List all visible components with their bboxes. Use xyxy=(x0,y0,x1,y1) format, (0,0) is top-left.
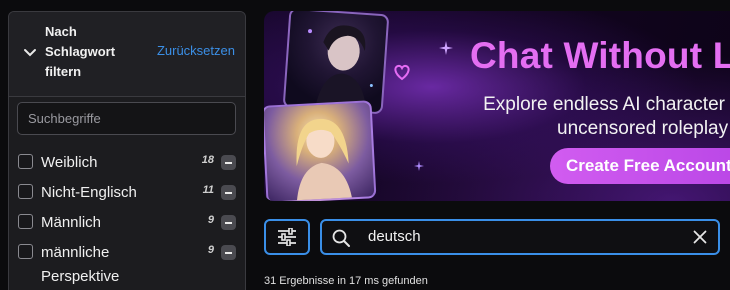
chevron-down-icon[interactable] xyxy=(23,48,37,58)
reset-link[interactable]: Zurücksetzen xyxy=(157,43,235,58)
minus-icon[interactable] xyxy=(221,245,236,260)
heart-icon xyxy=(394,64,410,81)
character-card-image xyxy=(282,11,390,115)
search-icon xyxy=(332,229,350,247)
minus-icon[interactable] xyxy=(221,215,236,230)
tag-search-input[interactable] xyxy=(17,102,236,135)
tag-label: männliche Perspektive xyxy=(41,244,120,285)
minus-icon[interactable] xyxy=(221,155,236,170)
character-card-image xyxy=(264,100,377,201)
tag-count: 18 xyxy=(201,154,214,166)
sparkle-icon xyxy=(414,161,424,171)
filter-settings-button[interactable] xyxy=(264,219,310,255)
tag-checkbox[interactable] xyxy=(18,244,33,259)
tag-label: Weiblich xyxy=(41,154,98,171)
page: Nach Schlagwort filtern Zurücksetzen Wei… xyxy=(0,0,730,290)
sparkle-icon xyxy=(439,41,453,55)
banner-subtitle: Explore endless AI character uncensored … xyxy=(480,93,728,141)
close-icon[interactable] xyxy=(693,230,707,244)
tag-filter-header[interactable]: Nach Schlagwort filtern Zurücksetzen xyxy=(9,12,245,97)
tag-count: 9 xyxy=(207,214,214,226)
sliders-icon xyxy=(278,228,296,246)
create-account-button[interactable]: Create Free Account xyxy=(550,148,730,184)
promo-banner[interactable]: Chat Without L Explore endless AI charac… xyxy=(264,11,730,201)
banner-title: Chat Without L xyxy=(470,35,730,76)
tag-label: Männlich xyxy=(41,214,102,231)
banner-subtitle-line1: Explore endless AI character xyxy=(483,94,725,115)
tag-count: 9 xyxy=(207,244,214,256)
tag-item-maennliche-perspektive[interactable]: männliche Perspektive 9 xyxy=(18,240,238,288)
tag-item-maennlich[interactable]: Männlich 9 xyxy=(18,210,238,234)
tag-item-weiblich[interactable]: Weiblich 18 xyxy=(18,150,238,174)
results-count: 31 Ergebnisse in 17 ms gefunden xyxy=(264,275,428,287)
tag-checkbox[interactable] xyxy=(18,214,33,229)
tag-filter-sidebar: Nach Schlagwort filtern Zurücksetzen Wei… xyxy=(8,11,246,290)
minus-icon[interactable] xyxy=(221,185,236,200)
tag-checkbox[interactable] xyxy=(18,154,33,169)
search-input[interactable]: deutsch xyxy=(320,219,720,255)
tag-filter-title: Nach Schlagwort filtern xyxy=(45,24,116,79)
search-value[interactable]: deutsch xyxy=(368,221,421,253)
banner-subtitle-line2: uncensored roleplay xyxy=(557,118,729,139)
tag-label: Nicht-Englisch xyxy=(41,184,137,201)
tag-count: 11 xyxy=(202,184,214,196)
tag-item-nicht-englisch[interactable]: Nicht-Englisch 11 xyxy=(18,180,238,204)
tag-checkbox[interactable] xyxy=(18,184,33,199)
